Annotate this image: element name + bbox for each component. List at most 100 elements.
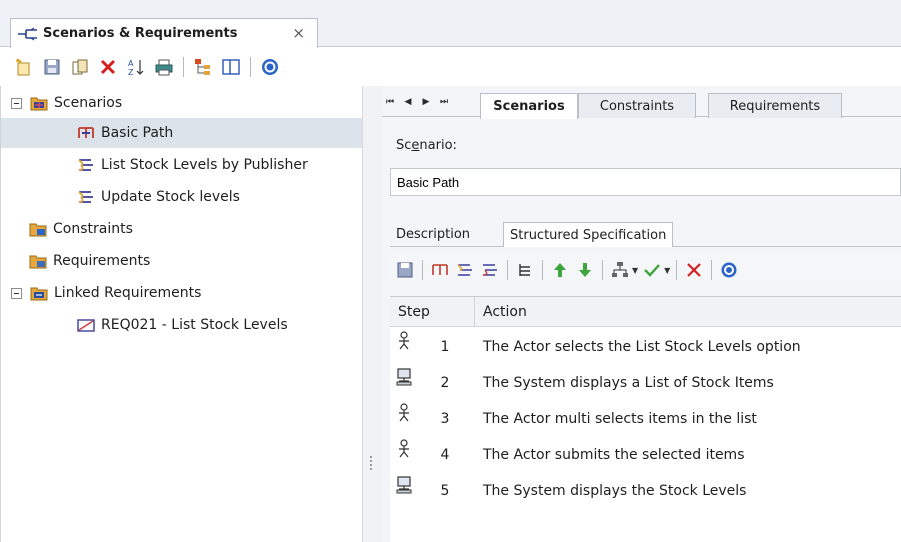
save-icon[interactable] (40, 55, 64, 79)
layout-icon[interactable] (219, 55, 243, 79)
toolbar-separator (250, 57, 251, 77)
step-action: The Actor submits the selected items (483, 447, 745, 463)
step-number: 2 (440, 375, 450, 391)
tree-node-linked-requirements[interactable]: Linked Requirements (11, 278, 361, 308)
tree-item-basic-path[interactable]: Basic Path (1, 118, 363, 148)
exception-path-icon[interactable] (479, 259, 501, 281)
sort-icon[interactable]: AZ (124, 55, 148, 79)
basic-path-icon[interactable] (429, 259, 451, 281)
document-tab-strip: Scenarios & Requirements × (0, 0, 901, 48)
basic-path-icon (77, 125, 95, 141)
scenario-window-icon (17, 27, 39, 41)
requirement-icon (77, 317, 95, 333)
main-toolbar: AZ (0, 48, 901, 86)
scenario-label: Scenario: (396, 138, 457, 153)
step-number: 4 (440, 447, 450, 463)
step-number: 5 (440, 483, 450, 499)
table-row[interactable]: 5 The System displays the Stock Levels (390, 471, 901, 507)
tab-navigation: ⏮ ◀ ▶ ⏭ (382, 94, 452, 110)
toolbar-separator (183, 57, 184, 77)
panel-splitter[interactable] (362, 86, 382, 542)
delete-icon[interactable] (96, 55, 120, 79)
next-tab-button[interactable]: ▶ (418, 94, 434, 110)
move-up-icon[interactable] (549, 259, 571, 281)
help-icon[interactable] (258, 55, 282, 79)
tab-requirements[interactable]: Requirements (708, 93, 842, 118)
first-tab-button[interactable]: ⏮ (382, 94, 398, 110)
svg-text:Z: Z (128, 68, 134, 77)
help-icon[interactable] (718, 259, 740, 281)
grid-header: Step Action (390, 297, 901, 327)
requirements-folder-icon (29, 253, 47, 269)
system-icon (395, 367, 413, 387)
splitter-grip (370, 456, 372, 458)
chevron-down-icon[interactable]: ▼ (664, 266, 670, 275)
column-divider[interactable] (474, 297, 475, 327)
table-row[interactable]: 1 The Actor selects the List Stock Level… (390, 327, 901, 363)
generate-diagram-icon[interactable] (609, 259, 631, 281)
tree-label: Linked Requirements (54, 285, 202, 301)
toolbar-separator (542, 260, 543, 280)
scenarios-requirements-tab[interactable]: Scenarios & Requirements × (10, 18, 318, 48)
toolbar-separator (602, 260, 603, 280)
tree-node-constraints[interactable]: Constraints (29, 214, 359, 244)
detail-panel: ⏮ ◀ ▶ ⏭ Scenarios Constraints Requiremen… (382, 86, 901, 542)
alternate-path-icon[interactable] (454, 259, 476, 281)
alternate-path-icon (77, 189, 95, 205)
close-tab-button[interactable]: × (292, 24, 305, 42)
tab-title: Scenarios & Requirements (43, 26, 238, 41)
constraints-folder-icon (29, 221, 47, 237)
step-action: The System displays a List of Stock Item… (483, 375, 774, 391)
spec-toolbar: ▼ ▼ (390, 254, 901, 286)
new-item-icon[interactable] (12, 55, 36, 79)
tab-structured-specification[interactable]: Structured Specification (503, 222, 674, 247)
scenarios-folder-icon (30, 95, 48, 111)
step-number: 3 (440, 411, 450, 427)
delete-icon[interactable] (683, 259, 705, 281)
tree-label: Scenarios (54, 95, 123, 111)
tree-label: REQ021 - List Stock Levels (101, 317, 288, 333)
collapse-toggle[interactable] (11, 97, 22, 109)
tree-item-list-stock-levels[interactable]: List Stock Levels by Publisher (77, 150, 361, 180)
column-header-action[interactable]: Action (483, 304, 527, 320)
chevron-down-icon[interactable]: ▼ (632, 266, 638, 275)
tree-label: Update Stock levels (101, 189, 240, 205)
step-number: 1 (440, 339, 450, 355)
prev-tab-button[interactable]: ◀ (400, 94, 416, 110)
toolbar-separator (711, 260, 713, 280)
step-action: The System displays the Stock Levels (483, 483, 747, 499)
scenario-name-field[interactable]: Basic Path (390, 168, 901, 196)
copy-icon[interactable] (68, 55, 92, 79)
page-tab-strip: ⏮ ◀ ▶ ⏭ Scenarios Constraints Requiremen… (382, 89, 901, 119)
tab-constraints[interactable]: Constraints (578, 93, 696, 118)
scenario-tree: Scenarios Basic Path List Stock Levels b… (0, 86, 363, 542)
collapse-toggle[interactable] (11, 287, 22, 299)
tree-label: Basic Path (101, 125, 174, 141)
save-icon[interactable] (394, 259, 416, 281)
structured-spec-grid: Step Action 1 The Actor selects the List… (390, 296, 901, 542)
step-action: The Actor multi selects items in the lis… (483, 411, 757, 427)
tree-item-update-stock-levels[interactable]: Update Stock levels (77, 182, 361, 212)
table-row[interactable]: 4 The Actor submits the selected items (390, 435, 901, 471)
move-down-icon[interactable] (574, 259, 596, 281)
print-icon[interactable] (152, 55, 176, 79)
validate-icon[interactable] (641, 259, 663, 281)
indent-icon[interactable] (514, 259, 536, 281)
alternate-path-icon (77, 157, 95, 173)
tab-scenarios[interactable]: Scenarios (480, 93, 578, 119)
tree-label: List Stock Levels by Publisher (101, 157, 308, 173)
table-row[interactable]: 2 The System displays a List of Stock It… (390, 363, 901, 399)
spec-tab-strip: Description Structured Specification (390, 218, 901, 247)
last-tab-button[interactable]: ⏭ (436, 94, 452, 110)
hierarchy-icon[interactable] (191, 55, 215, 79)
column-header-step[interactable]: Step (398, 304, 430, 320)
tab-description[interactable]: Description (390, 222, 476, 247)
tree-item-req021[interactable]: REQ021 - List Stock Levels (77, 310, 361, 340)
table-row[interactable]: 3 The Actor multi selects items in the l… (390, 399, 901, 435)
tree-node-requirements[interactable]: Requirements (29, 246, 359, 276)
system-icon (395, 475, 413, 495)
step-action: The Actor selects the List Stock Levels … (483, 339, 801, 355)
actor-icon (395, 331, 413, 351)
svg-text:A: A (128, 59, 134, 68)
tree-node-scenarios[interactable]: Scenarios (11, 88, 361, 118)
